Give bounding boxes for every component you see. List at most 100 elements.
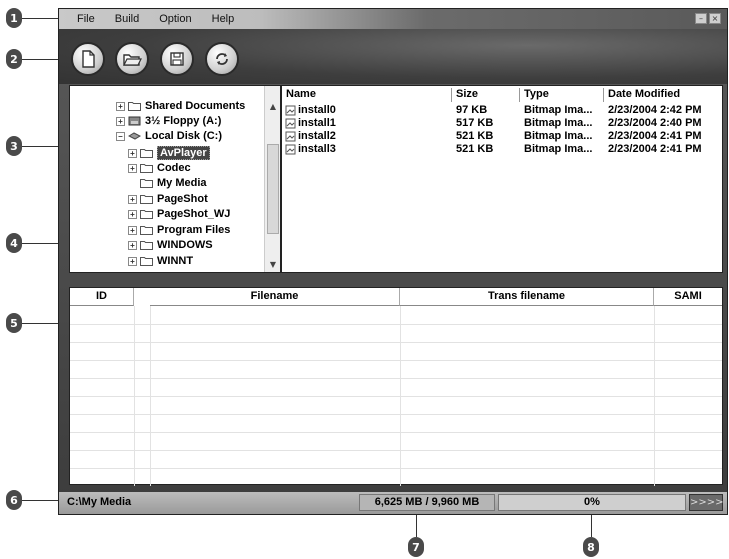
new-button[interactable] [71, 42, 105, 76]
file-row[interactable]: install1 517 KB Bitmap Ima... 2/23/2004 … [282, 117, 722, 130]
start-button[interactable]: >>>> [689, 494, 724, 511]
tree-scrollbar[interactable]: ▲ ▼ [264, 86, 280, 272]
bitmap-file-icon [285, 131, 296, 142]
grid-line [70, 432, 722, 433]
callout-1: 1 [6, 8, 22, 28]
file-name: install3 [298, 143, 336, 155]
grid-line [70, 414, 722, 415]
tree-item-label: My Media [157, 177, 207, 189]
column-header-date[interactable]: Date Modified [604, 88, 722, 102]
file-row[interactable]: install0 97 KB Bitmap Ima... 2/23/2004 2… [282, 104, 722, 117]
file-list[interactable]: Name Size Type Date Modified install0 97… [281, 85, 723, 273]
tree-item-my-media[interactable]: My Media [140, 177, 207, 189]
tree-item-floppy[interactable]: + 3½ Floppy (A:) [116, 115, 221, 127]
current-path: C:\My Media [67, 496, 132, 508]
expand-icon[interactable]: + [116, 116, 125, 126]
callout-8: 8 [583, 537, 599, 557]
tree-item-label: Codec [157, 162, 191, 174]
grid-line [70, 378, 722, 379]
scroll-up-icon[interactable]: ▲ [266, 100, 280, 114]
open-folder-icon [123, 54, 142, 66]
save-disk-icon [170, 52, 184, 66]
bitmap-file-icon [285, 118, 296, 129]
file-row[interactable]: install3 521 KB Bitmap Ima... 2/23/2004 … [282, 143, 722, 156]
column-header-type[interactable]: Type [520, 88, 604, 102]
file-row[interactable]: install2 521 KB Bitmap Ima... 2/23/2004 … [282, 130, 722, 143]
folder-icon [140, 241, 153, 250]
column-header-name[interactable]: Name [282, 88, 452, 102]
folder-icon [140, 226, 153, 235]
menu-option[interactable]: Option [149, 13, 201, 25]
tree-item-codec[interactable]: + Codec [128, 162, 191, 174]
refresh-icon [216, 53, 228, 65]
file-date: 2/23/2004 2:42 PM [608, 104, 702, 116]
expand-icon[interactable]: + [128, 148, 137, 158]
menu-help[interactable]: Help [202, 13, 245, 25]
column-header-trans-filename[interactable]: Trans filename [400, 288, 654, 306]
file-date: 2/23/2004 2:40 PM [608, 117, 702, 129]
callout-4: 4 [6, 233, 22, 253]
expand-icon[interactable]: + [128, 163, 137, 173]
open-button[interactable] [115, 42, 149, 76]
toolbar [59, 29, 727, 84]
callout-3: 3 [6, 136, 22, 156]
tree-item-label: Local Disk (C:) [145, 130, 223, 142]
column-header-sami[interactable]: SAMI [654, 288, 722, 306]
job-list[interactable]: ID Filename Trans filename SAMI [69, 287, 723, 486]
save-button[interactable] [160, 42, 194, 76]
scroll-thumb[interactable] [267, 144, 279, 234]
grid-line [70, 324, 722, 325]
callout-5: 5 [6, 313, 22, 333]
file-name: install2 [298, 130, 336, 142]
tree-item-label: PageShot_WJ [157, 208, 231, 220]
tree-item-winnt[interactable]: + WINNT [128, 255, 193, 267]
grid-line [70, 450, 722, 451]
tree-item-label: Program Files [157, 224, 231, 236]
folder-icon [140, 195, 153, 204]
file-date: 2/23/2004 2:41 PM [608, 130, 702, 142]
callout-6: 6 [6, 490, 22, 510]
grid-line [70, 396, 722, 397]
tree-item-program-files[interactable]: + Program Files [128, 224, 230, 236]
folder-tree[interactable]: + Shared Documents + 3½ Floppy (A:) – Lo… [69, 85, 281, 273]
tree-item-label: WINNT [157, 255, 194, 267]
expand-icon[interactable]: + [116, 101, 125, 111]
column-header-id[interactable]: ID [70, 288, 134, 306]
expand-icon[interactable]: + [128, 256, 137, 266]
collapse-icon[interactable]: – [116, 131, 125, 141]
close-button[interactable]: × [709, 13, 721, 24]
refresh-button[interactable] [205, 42, 239, 76]
column-header-filename[interactable]: Filename [150, 288, 400, 306]
expand-icon[interactable]: + [128, 209, 137, 219]
tree-item-label: WINDOWS [157, 239, 213, 251]
menu-build[interactable]: Build [105, 13, 149, 25]
callout-7: 7 [408, 537, 424, 557]
folder-icon [140, 179, 153, 188]
tree-item-pageshot[interactable]: + PageShot [128, 193, 208, 205]
expand-icon[interactable]: + [128, 194, 137, 204]
file-size: 521 KB [456, 143, 494, 155]
tree-item-pageshot-wj[interactable]: + PageShot_WJ [128, 208, 230, 220]
tree-item-windows[interactable]: + WINDOWS [128, 239, 213, 251]
scroll-down-icon[interactable]: ▼ [266, 258, 280, 272]
file-size: 521 KB [456, 130, 494, 142]
tree-item-local-disk[interactable]: – Local Disk (C:) [116, 130, 222, 142]
progress-bar: 0% [498, 494, 686, 511]
callout-2: 2 [6, 49, 22, 69]
window-controls: – × [695, 13, 721, 24]
folder-icon [140, 164, 153, 173]
floppy-drive-icon [128, 116, 141, 126]
progress-label: 0% [584, 496, 600, 508]
column-header-size[interactable]: Size [452, 88, 520, 102]
tree-item-avplayer[interactable]: + AvPlayer [128, 146, 210, 160]
expand-icon[interactable]: + [128, 225, 137, 235]
file-type: Bitmap Ima... [524, 117, 593, 129]
expand-icon[interactable]: + [128, 240, 137, 250]
file-size: 97 KB [456, 104, 488, 116]
tree-item-label: Shared Documents [145, 100, 246, 112]
file-type: Bitmap Ima... [524, 104, 593, 116]
tree-item-shared-documents[interactable]: + Shared Documents [116, 100, 245, 112]
menu-file[interactable]: File [59, 13, 105, 25]
minimize-button[interactable]: – [695, 13, 707, 24]
grid-line [70, 342, 722, 343]
